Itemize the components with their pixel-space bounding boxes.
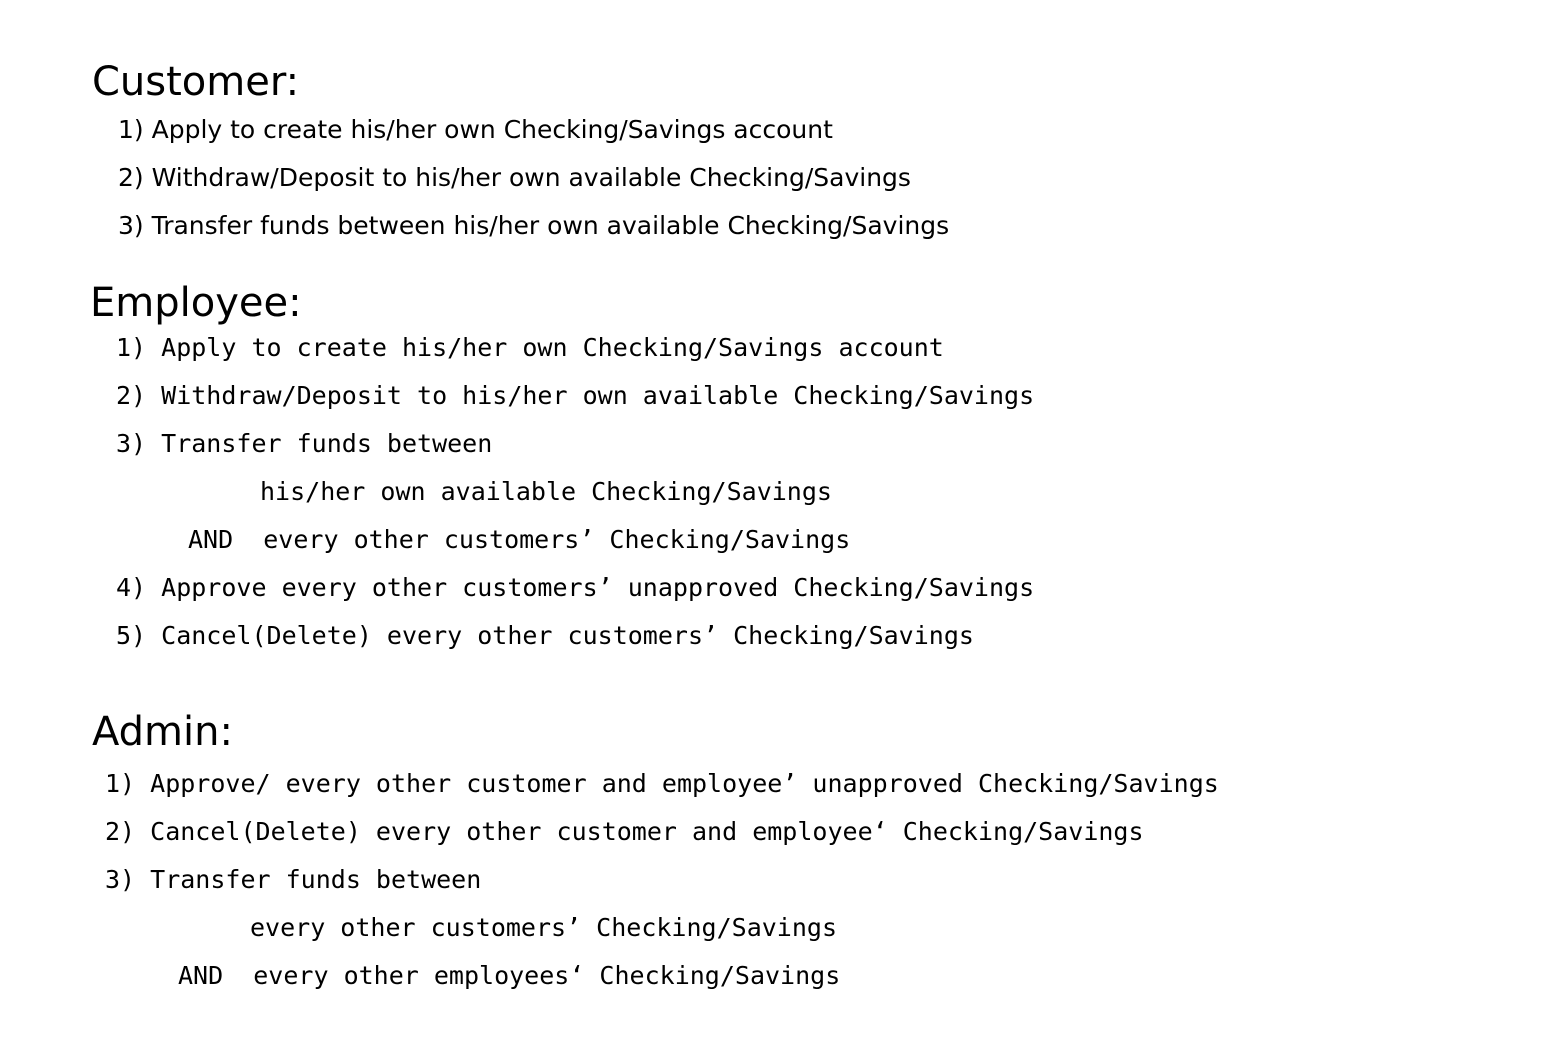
customer-heading: Customer: — [92, 59, 300, 105]
employee-item-1: 1) Apply to create his/her own Checking/… — [116, 333, 944, 362]
employee-item-3: 3) Transfer funds between — [116, 429, 493, 458]
admin-heading: Admin: — [92, 709, 233, 755]
employee-heading: Employee: — [90, 280, 302, 326]
customer-item-1: 1) Apply to create his/her own Checking/… — [118, 115, 833, 144]
customer-item-2: 2) Withdraw/Deposit to his/her own avail… — [118, 163, 911, 192]
admin-item-3: 3) Transfer funds between — [105, 865, 482, 894]
admin-item-2: 2) Cancel(Delete) every other customer a… — [105, 817, 1144, 846]
employee-item-5: 5) Cancel(Delete) every other customers’… — [116, 621, 974, 650]
employee-item-3-sub-2: AND every other customers’ Checking/Savi… — [188, 525, 851, 554]
admin-item-3-sub-1: every other customers’ Checking/Savings — [250, 913, 837, 942]
employee-item-3-sub-1: his/her own available Checking/Savings — [260, 477, 832, 506]
admin-item-3-sub-2: AND every other employees‘ Checking/Savi… — [178, 961, 841, 990]
admin-item-1: 1) Approve/ every other customer and emp… — [105, 769, 1219, 798]
customer-item-3: 3) Transfer funds between his/her own av… — [118, 211, 950, 240]
employee-item-2: 2) Withdraw/Deposit to his/her own avail… — [116, 381, 1035, 410]
employee-item-4: 4) Approve every other customers’ unappr… — [116, 573, 1035, 602]
